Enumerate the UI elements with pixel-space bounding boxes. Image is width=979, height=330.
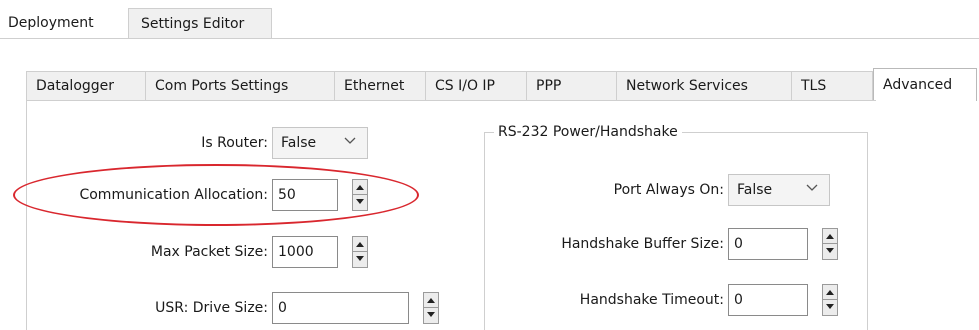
spin-up-button[interactable] <box>353 237 367 252</box>
highlight-ellipse <box>13 164 419 226</box>
spin-up-button[interactable] <box>424 293 438 308</box>
tab-label: Ethernet <box>344 78 405 94</box>
tab-ethernet[interactable]: Ethernet <box>334 71 425 101</box>
chevron-down-icon <box>806 184 818 191</box>
port-always-on-label: Port Always On: <box>613 182 724 198</box>
handshake-buffer-size-label: Handshake Buffer Size: <box>561 236 724 252</box>
arrow-up-icon <box>826 290 834 295</box>
handshake-timeout-input[interactable]: 0 <box>728 284 808 316</box>
max-packet-size-input[interactable]: 1000 <box>272 236 338 268</box>
tab-label: Datalogger <box>36 78 115 94</box>
tab-advanced[interactable]: Advanced <box>873 68 977 101</box>
spin-down-button[interactable] <box>353 252 367 267</box>
tab-label: Network Services <box>626 78 748 94</box>
handshake-buffer-size-spinner[interactable] <box>822 228 838 260</box>
tab-settings-editor[interactable]: Settings Editor <box>128 8 272 38</box>
tab-label: Com Ports Settings <box>155 78 289 94</box>
arrow-down-icon <box>826 304 834 309</box>
port-always-on-value: False <box>737 182 773 198</box>
tab-label: CS I/O IP <box>435 78 495 94</box>
tab-network-services[interactable]: Network Services <box>616 71 791 101</box>
handshake-timeout-label: Handshake Timeout: <box>579 292 724 308</box>
is-router-value: False <box>281 135 317 151</box>
tab-cs-io-ip[interactable]: CS I/O IP <box>425 71 526 101</box>
handshake-buffer-size-input[interactable]: 0 <box>728 228 808 260</box>
spin-up-button[interactable] <box>823 285 837 300</box>
spin-up-button[interactable] <box>823 229 837 244</box>
settings-tab-strip: Datalogger Com Ports Settings Ethernet C… <box>26 68 979 101</box>
tab-deployment[interactable]: Deployment <box>6 8 128 38</box>
tab-panel-left-border <box>26 100 27 330</box>
handshake-timeout-spinner[interactable] <box>822 284 838 316</box>
chevron-down-icon <box>344 137 356 144</box>
tab-settings-editor-label: Settings Editor <box>141 15 245 32</box>
port-always-on-select[interactable]: False <box>728 174 830 206</box>
tab-tls[interactable]: TLS <box>791 71 873 101</box>
tab-label: PPP <box>536 78 562 94</box>
arrow-down-icon <box>427 312 435 317</box>
spin-down-button[interactable] <box>823 300 837 315</box>
spin-down-button[interactable] <box>424 308 438 323</box>
is-router-select[interactable]: False <box>272 127 368 159</box>
max-packet-size-spinner[interactable] <box>352 236 368 268</box>
tab-label: TLS <box>801 78 827 94</box>
arrow-up-icon <box>356 242 364 247</box>
usr-drive-size-input[interactable]: 0 <box>272 292 409 324</box>
outer-tab-divider <box>0 38 979 39</box>
tab-com-ports-settings[interactable]: Com Ports Settings <box>145 71 334 101</box>
arrow-down-icon <box>356 256 364 261</box>
tab-ppp[interactable]: PPP <box>526 71 616 101</box>
tab-datalogger[interactable]: Datalogger <box>26 71 145 101</box>
arrow-up-icon <box>427 298 435 303</box>
arrow-down-icon <box>826 248 834 253</box>
spin-down-button[interactable] <box>823 244 837 259</box>
usr-drive-size-spinner[interactable] <box>423 292 439 324</box>
tab-deployment-label: Deployment <box>8 15 94 31</box>
arrow-up-icon <box>826 234 834 239</box>
usr-drive-size-label: USR: Drive Size: <box>155 300 268 316</box>
max-packet-size-label: Max Packet Size: <box>150 244 268 260</box>
tab-panel-top-border <box>26 100 876 101</box>
is-router-label: Is Router: <box>201 135 268 151</box>
rs232-group-title: RS-232 Power/Handshake <box>494 120 682 144</box>
tab-label: Advanced <box>883 77 953 93</box>
